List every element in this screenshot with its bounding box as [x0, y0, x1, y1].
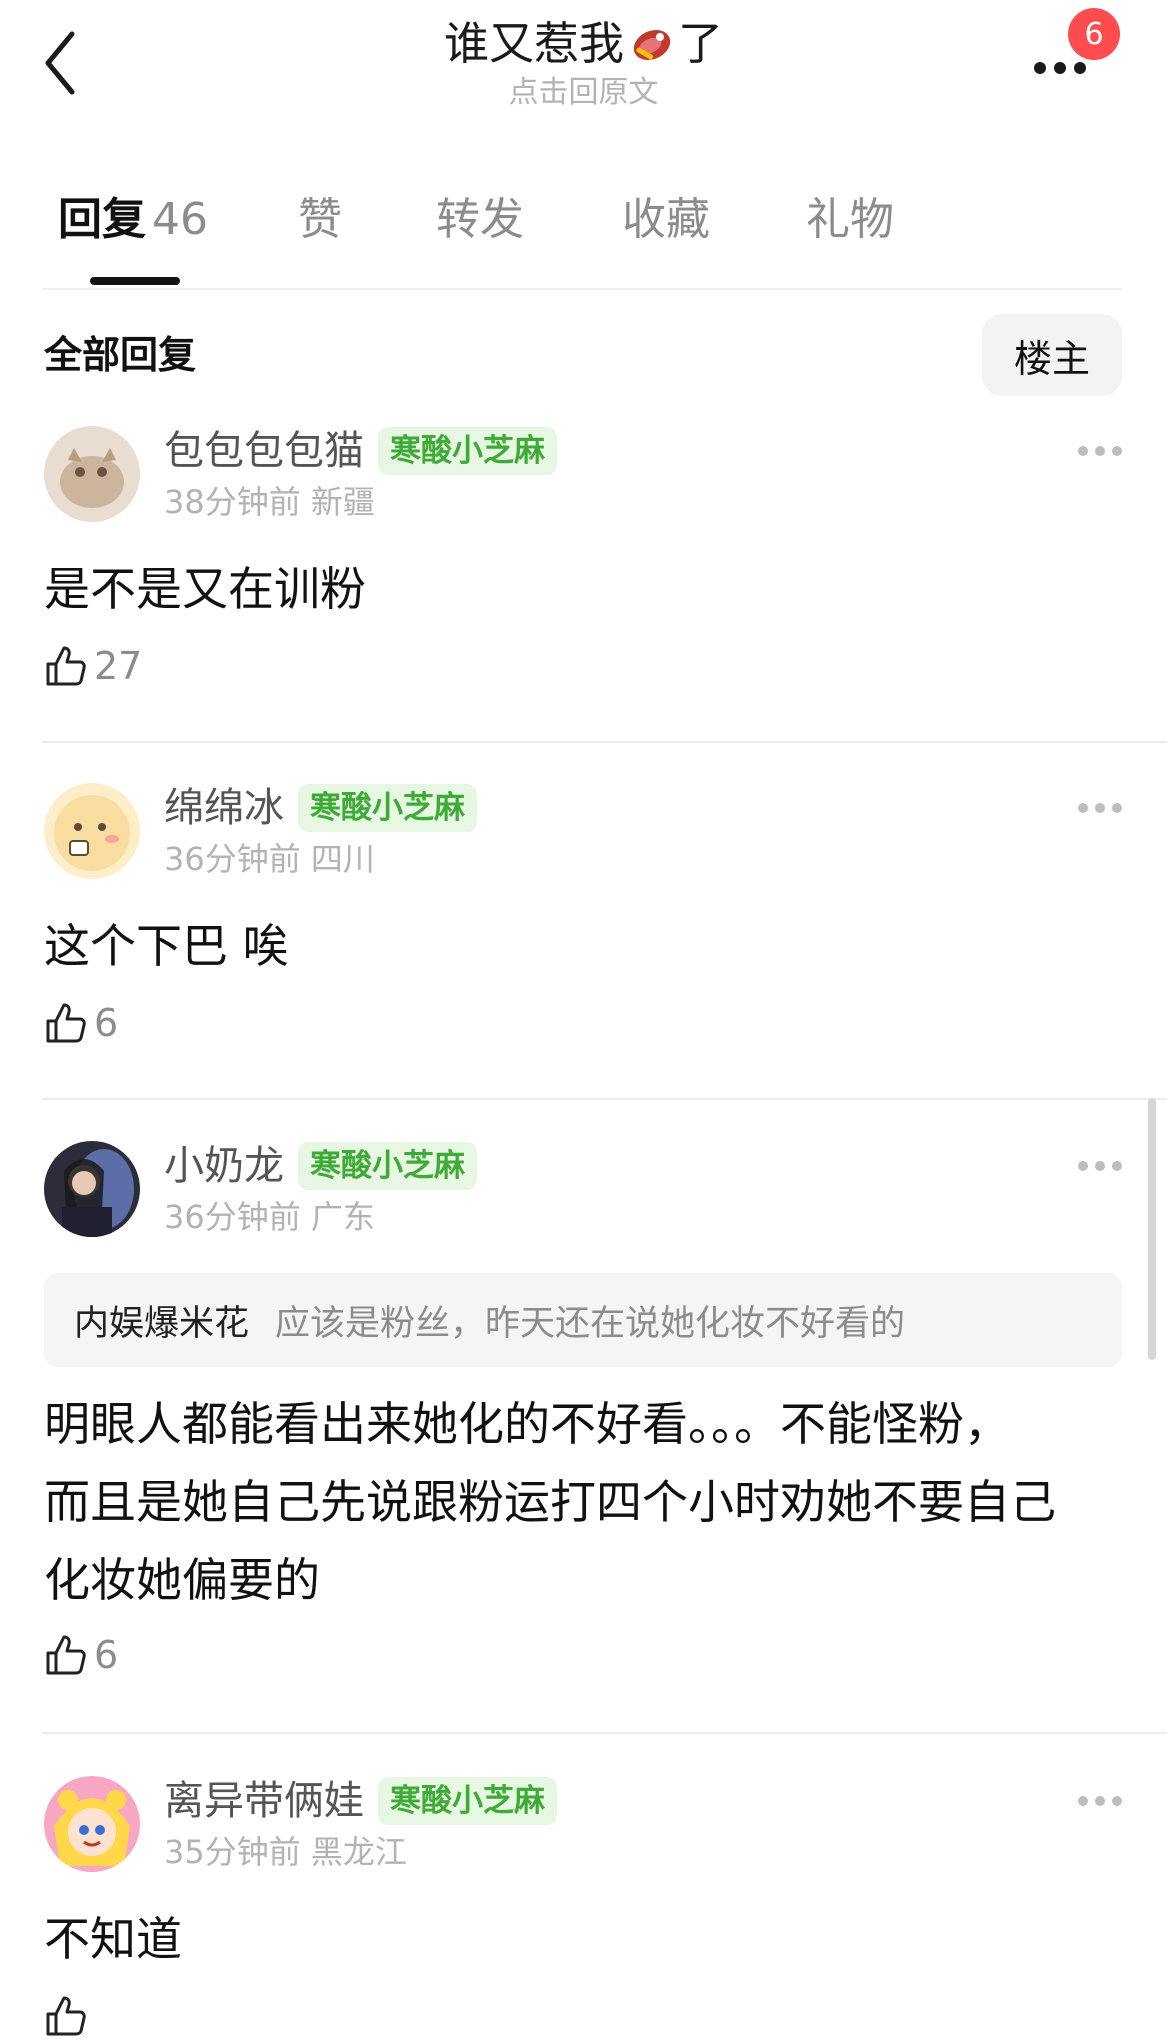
tab-favorites[interactable]: 收藏: [622, 180, 710, 260]
comment-text-line: 化妆她偏要的: [44, 1553, 320, 1607]
timestamp: 36分钟前: [164, 840, 301, 878]
comment-text: 不知道: [44, 1912, 182, 1966]
username[interactable]: 小奶龙 寒酸小芝麻: [164, 1141, 477, 1191]
back-to-original-link[interactable]: 点击回原文: [0, 74, 1167, 112]
fan-level-tag: 寒酸小芝麻: [378, 427, 557, 475]
tab-replies-label: 回复: [58, 194, 146, 245]
top-bar: 谁又惹我 了 点击回原文 6: [0, 0, 1167, 140]
thumbs-up-icon: [46, 646, 86, 686]
avatar[interactable]: [44, 1141, 140, 1237]
username-text: 绵绵冰: [164, 785, 284, 831]
like-button[interactable]: 27: [44, 640, 142, 692]
comment-divider: [42, 1732, 1167, 1734]
comment-divider: [42, 741, 1167, 743]
thumbs-up-icon: [46, 1635, 86, 1675]
active-tab-indicator: [90, 277, 180, 285]
fan-level-tag: 寒酸小芝麻: [298, 1142, 477, 1190]
title-text-right: 了: [678, 17, 724, 70]
comment-meta: 35分钟前 黑龙江: [164, 1832, 407, 1872]
location: 四川: [310, 840, 375, 878]
comment-text: 是不是又在训粉: [44, 562, 366, 616]
comment-more-icon[interactable]: [1076, 444, 1124, 458]
username[interactable]: 包包包包猫 寒酸小芝麻: [164, 426, 557, 476]
tab-replies-count: 46: [152, 194, 208, 245]
title-block[interactable]: 谁又惹我 了 点击回原文: [0, 16, 1167, 112]
comment-more-icon[interactable]: [1076, 1159, 1124, 1173]
tab-reposts[interactable]: 转发: [436, 180, 524, 260]
comment-text-line: 而且是她自己先说跟粉运打四个小时劝她不要自己: [44, 1475, 1056, 1529]
username[interactable]: 绵绵冰 寒酸小芝麻: [164, 783, 477, 833]
avatar[interactable]: [44, 1776, 140, 1872]
page-title: 谁又惹我 了: [444, 16, 723, 72]
comment-more-icon[interactable]: [1076, 1794, 1124, 1808]
title-text-left: 谁又惹我: [443, 17, 624, 70]
like-count: 6: [94, 1001, 119, 1045]
location: 黑龙江: [310, 1833, 407, 1871]
comment-divider: [42, 1098, 1167, 1100]
location: 广东: [310, 1198, 375, 1236]
comment-meta: 38分钟前 新疆: [164, 482, 375, 522]
username-text: 离异带俩娃: [164, 1778, 364, 1824]
username[interactable]: 离异带俩娃 寒酸小芝麻: [164, 1776, 557, 1826]
thumbs-up-icon: [46, 1003, 86, 1043]
fan-level-tag: 寒酸小芝麻: [378, 1777, 557, 1825]
avatar[interactable]: [44, 783, 140, 879]
scrollbar[interactable]: [1148, 1098, 1156, 1360]
comment-text-line: 明眼人都能看出来她化的不好看。。。不能怪粉，: [44, 1397, 1010, 1451]
like-count: 27: [94, 644, 143, 688]
like-button[interactable]: [44, 1990, 88, 2042]
avatar[interactable]: [44, 426, 140, 522]
tab-replies[interactable]: 回复 46: [58, 180, 208, 260]
quoted-reply[interactable]: 内娱爆米花 应该是粉丝，昨天还在说她化妆不好看的: [44, 1273, 1122, 1367]
like-button[interactable]: 6: [44, 1629, 118, 1681]
fan-level-tag: 寒酸小芝麻: [298, 784, 477, 832]
like-button[interactable]: 6: [44, 997, 118, 1049]
owner-filter-button[interactable]: 楼主: [982, 314, 1122, 396]
thumbs-up-icon: [46, 1996, 86, 2036]
timestamp: 36分钟前: [164, 1198, 301, 1236]
notification-badge: 6: [1068, 8, 1120, 60]
quoted-username: 内娱爆米花: [74, 1303, 250, 1344]
tab-divider: [42, 288, 1122, 290]
username-text: 小奶龙: [164, 1143, 284, 1189]
tab-bar: 回复 46 赞 转发 收藏 礼物: [0, 180, 1167, 285]
timestamp: 35分钟前: [164, 1833, 301, 1871]
timestamp: 38分钟前: [164, 483, 301, 521]
tab-gifts[interactable]: 礼物: [806, 180, 894, 260]
tab-likes[interactable]: 赞: [298, 180, 342, 260]
comment-meta: 36分钟前 四川: [164, 839, 375, 879]
comment-meta: 36分钟前 广东: [164, 1197, 375, 1237]
quoted-text: 应该是粉丝，昨天还在说她化妆不好看的: [275, 1303, 906, 1344]
location: 新疆: [310, 483, 375, 521]
comment-text: 明眼人都能看出来她化的不好看。。。不能怪粉， 而且是她自己先说跟粉运打四个小时劝…: [44, 1385, 1124, 1619]
comment-more-icon[interactable]: [1076, 801, 1124, 815]
like-count: 6: [94, 1633, 119, 1677]
steak-emoji-icon: [633, 29, 671, 61]
username-text: 包包包包猫: [164, 428, 364, 474]
all-replies-label: 全部回复: [44, 333, 197, 377]
comment-text: 这个下巴 唉: [44, 919, 289, 973]
